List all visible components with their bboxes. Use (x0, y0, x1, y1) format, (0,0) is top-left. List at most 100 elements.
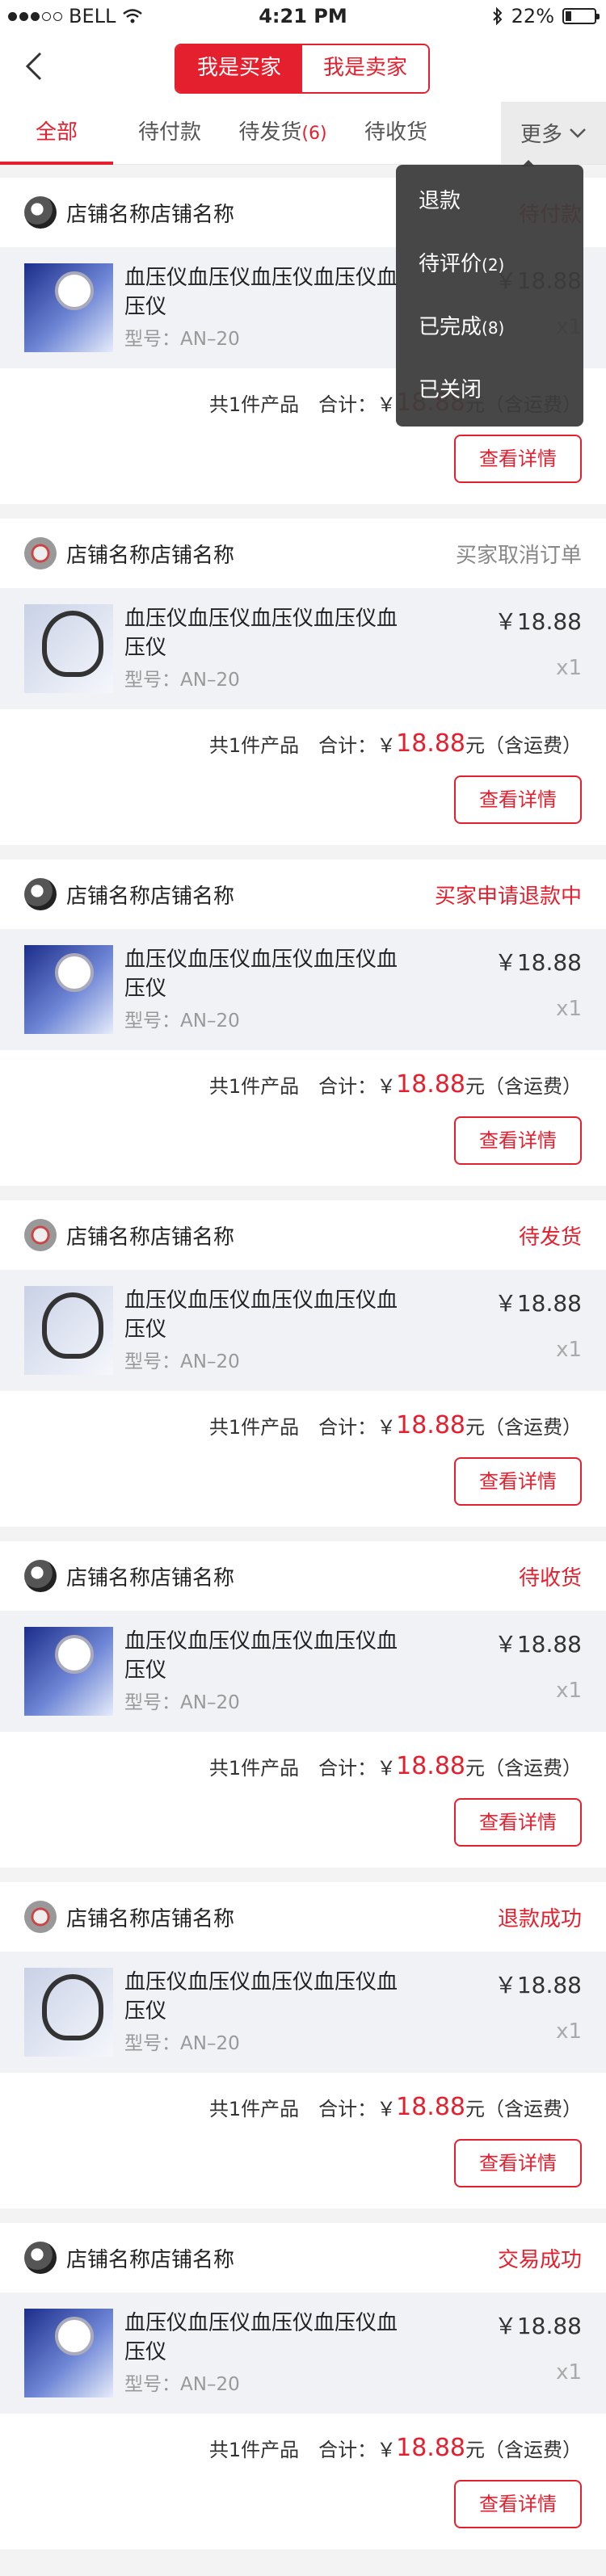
shop-avatar (24, 537, 57, 569)
battery-fill (566, 11, 572, 21)
shop-row[interactable]: 店铺名称店铺名称 买家取消订单 (0, 519, 606, 588)
product-title: 血压仪血压仪血压仪血压仪血压仪 (124, 948, 398, 1001)
shop-row[interactable]: 店铺名称店铺名称 待收货 (0, 1541, 606, 1611)
product-info: 血压仪血压仪血压仪血压仪血压仪 型号：AN–20 (124, 1627, 399, 1716)
product-model: 型号：AN–20 (124, 670, 240, 691)
product-price: ￥18.88 (494, 1631, 582, 1658)
order-status: 退款成功 (497, 1906, 582, 1931)
dropdown-item-closed[interactable]: 已关闭 (396, 359, 583, 422)
dropdown-item-to-review[interactable]: 待评价(2) (396, 233, 583, 296)
total-amount: 18.88 (396, 729, 465, 758)
item-count: 共1件产品 (208, 2097, 300, 2120)
tab-pending-payment[interactable]: 待付款 (113, 102, 226, 164)
product-title: 血压仪血压仪血压仪血压仪血压仪 (124, 1288, 398, 1342)
tab-all[interactable]: 全部 (0, 102, 113, 165)
more-label: 更多 (520, 123, 562, 147)
dropdown-item-refund[interactable]: 退款 (396, 170, 583, 233)
total-label: 合计：￥ (318, 2097, 397, 2120)
shop-avatar (24, 1219, 57, 1251)
dropdown-count: (2) (482, 255, 505, 275)
shop-row[interactable]: 店铺名称店铺名称 买家申请退款中 (0, 859, 606, 929)
total-amount: 18.88 (396, 2092, 465, 2121)
shop-avatar (24, 878, 57, 910)
product-quantity: x1 (556, 2360, 582, 2385)
view-details-button[interactable]: 查看详情 (454, 1798, 582, 1847)
order-card: 店铺名称店铺名称 退款成功 血压仪血压仪血压仪血压仪血压仪 型号：AN–20 ￥… (0, 1882, 606, 2208)
item-count: 共1件产品 (208, 393, 300, 416)
tab-label: 待收货 (364, 120, 427, 145)
status-right: 22% (492, 5, 600, 27)
view-details-button[interactable]: 查看详情 (454, 2139, 582, 2187)
product-row[interactable]: 血压仪血压仪血压仪血压仪血压仪 型号：AN–20 ￥18.88 x1 (0, 588, 606, 709)
shop-avatar (24, 196, 57, 229)
order-status: 买家申请退款中 (434, 884, 582, 909)
product-row[interactable]: 血压仪血压仪血压仪血压仪血压仪 型号：AN–20 ￥18.88 x1 (0, 1611, 606, 1732)
product-info: 血压仪血压仪血压仪血压仪血压仪 型号：AN–20 (124, 1968, 399, 2057)
order-tabs: 全部 待付款 待发货(6) 待收货 更多 (0, 102, 606, 165)
tab-pending-shipment[interactable]: 待发货(6) (226, 102, 339, 164)
shop-name: 店铺名称店铺名称 (66, 884, 235, 909)
product-price: ￥18.88 (494, 1290, 582, 1317)
view-details-button[interactable]: 查看详情 (454, 1457, 582, 1506)
product-title: 血压仪血压仪血压仪血压仪血压仪 (124, 607, 398, 660)
item-count: 共1件产品 (208, 1074, 300, 1098)
tab-count: (6) (301, 124, 327, 144)
product-price: ￥18.88 (494, 608, 582, 635)
product-title: 血压仪血压仪血压仪血压仪血压仪 (124, 2311, 398, 2364)
dropdown-item-completed[interactable]: 已完成(8) (396, 296, 583, 359)
dropdown-label: 已完成 (419, 315, 482, 339)
product-image (24, 945, 113, 1034)
view-details-button[interactable]: 查看详情 (454, 2480, 582, 2528)
total-suffix: 元（含运费） (465, 1074, 582, 1098)
order-card: 店铺名称店铺名称 买家申请退款中 血压仪血压仪血压仪血压仪血压仪 型号：AN–2… (0, 859, 606, 1186)
total-amount: 18.88 (396, 2433, 465, 2462)
shop-row[interactable]: 店铺名称店铺名称 待发货 (0, 1200, 606, 1270)
order-card: 店铺名称店铺名称 待收货 血压仪血压仪血压仪血压仪血压仪 型号：AN–20 ￥1… (0, 1541, 606, 1868)
shop-row[interactable]: 店铺名称店铺名称 交易成功 (0, 2223, 606, 2292)
order-total-row: 共1件产品 合计：￥ 18.88 元（含运费） (0, 2414, 606, 2481)
product-quantity: x1 (556, 656, 582, 680)
shop-name: 店铺名称店铺名称 (66, 543, 235, 568)
tab-label: 待付款 (137, 120, 201, 145)
item-count: 共1件产品 (208, 733, 300, 757)
product-row[interactable]: 血压仪血压仪血压仪血压仪血压仪 型号：AN–20 ￥18.88 x1 (0, 2292, 606, 2414)
dropdown-label: 已关闭 (419, 378, 482, 402)
product-row[interactable]: 血压仪血压仪血压仪血压仪血压仪 型号：AN–20 ￥18.88 x1 (0, 1952, 606, 2073)
total-label: 合计：￥ (318, 1074, 397, 1098)
tab-pending-receipt[interactable]: 待收货 (339, 102, 452, 164)
tab-more[interactable]: 更多 (501, 102, 606, 164)
total-suffix: 元（含运费） (465, 2097, 582, 2120)
product-image (24, 1286, 113, 1375)
item-count: 共1件产品 (208, 1415, 300, 1439)
product-model: 型号：AN–20 (124, 1011, 240, 1032)
product-row[interactable]: 血压仪血压仪血压仪血压仪血压仪 型号：AN–20 ￥18.88 x1 (0, 929, 606, 1050)
product-price: ￥18.88 (494, 1972, 582, 1998)
product-price: ￥18.88 (494, 2313, 582, 2339)
product-image (24, 1968, 113, 2057)
order-status: 买家取消订单 (455, 543, 582, 568)
product-title: 血压仪血压仪血压仪血压仪血压仪 (124, 1629, 398, 1683)
product-info: 血压仪血压仪血压仪血压仪血压仪 型号：AN–20 (124, 945, 399, 1034)
total-amount: 18.88 (396, 1410, 465, 1439)
back-icon[interactable] (18, 48, 53, 84)
order-total-row: 共1件产品 合计：￥ 18.88 元（含运费） (0, 1391, 606, 1459)
segment-seller[interactable]: 我是卖家 (302, 45, 428, 92)
shop-row[interactable]: 店铺名称店铺名称 退款成功 (0, 1882, 606, 1952)
product-quantity: x1 (556, 997, 582, 1021)
segment-buyer[interactable]: 我是买家 (176, 45, 302, 92)
product-model: 型号：AN–20 (124, 1351, 240, 1372)
item-count: 共1件产品 (208, 1756, 300, 1780)
view-details-button[interactable]: 查看详情 (454, 775, 582, 824)
status-bar: BELL 4:21 PM 22% (0, 0, 606, 32)
view-details-button[interactable]: 查看详情 (454, 1116, 582, 1165)
more-dropdown: 退款 待评价(2) 已完成(8) 已关闭 (396, 160, 583, 427)
order-status: 交易成功 (497, 2247, 582, 2272)
shop-avatar (24, 1901, 57, 1933)
product-image (24, 2309, 113, 2397)
shop-name: 店铺名称店铺名称 (66, 2247, 235, 2272)
product-info: 血压仪血压仪血压仪血压仪血压仪 型号：AN–20 (124, 1286, 399, 1375)
view-details-button[interactable]: 查看详情 (454, 435, 582, 483)
total-label: 合计：￥ (318, 2438, 397, 2461)
product-row[interactable]: 血压仪血压仪血压仪血压仪血压仪 型号：AN–20 ￥18.88 x1 (0, 1270, 606, 1391)
dropdown-count: (8) (482, 318, 505, 338)
